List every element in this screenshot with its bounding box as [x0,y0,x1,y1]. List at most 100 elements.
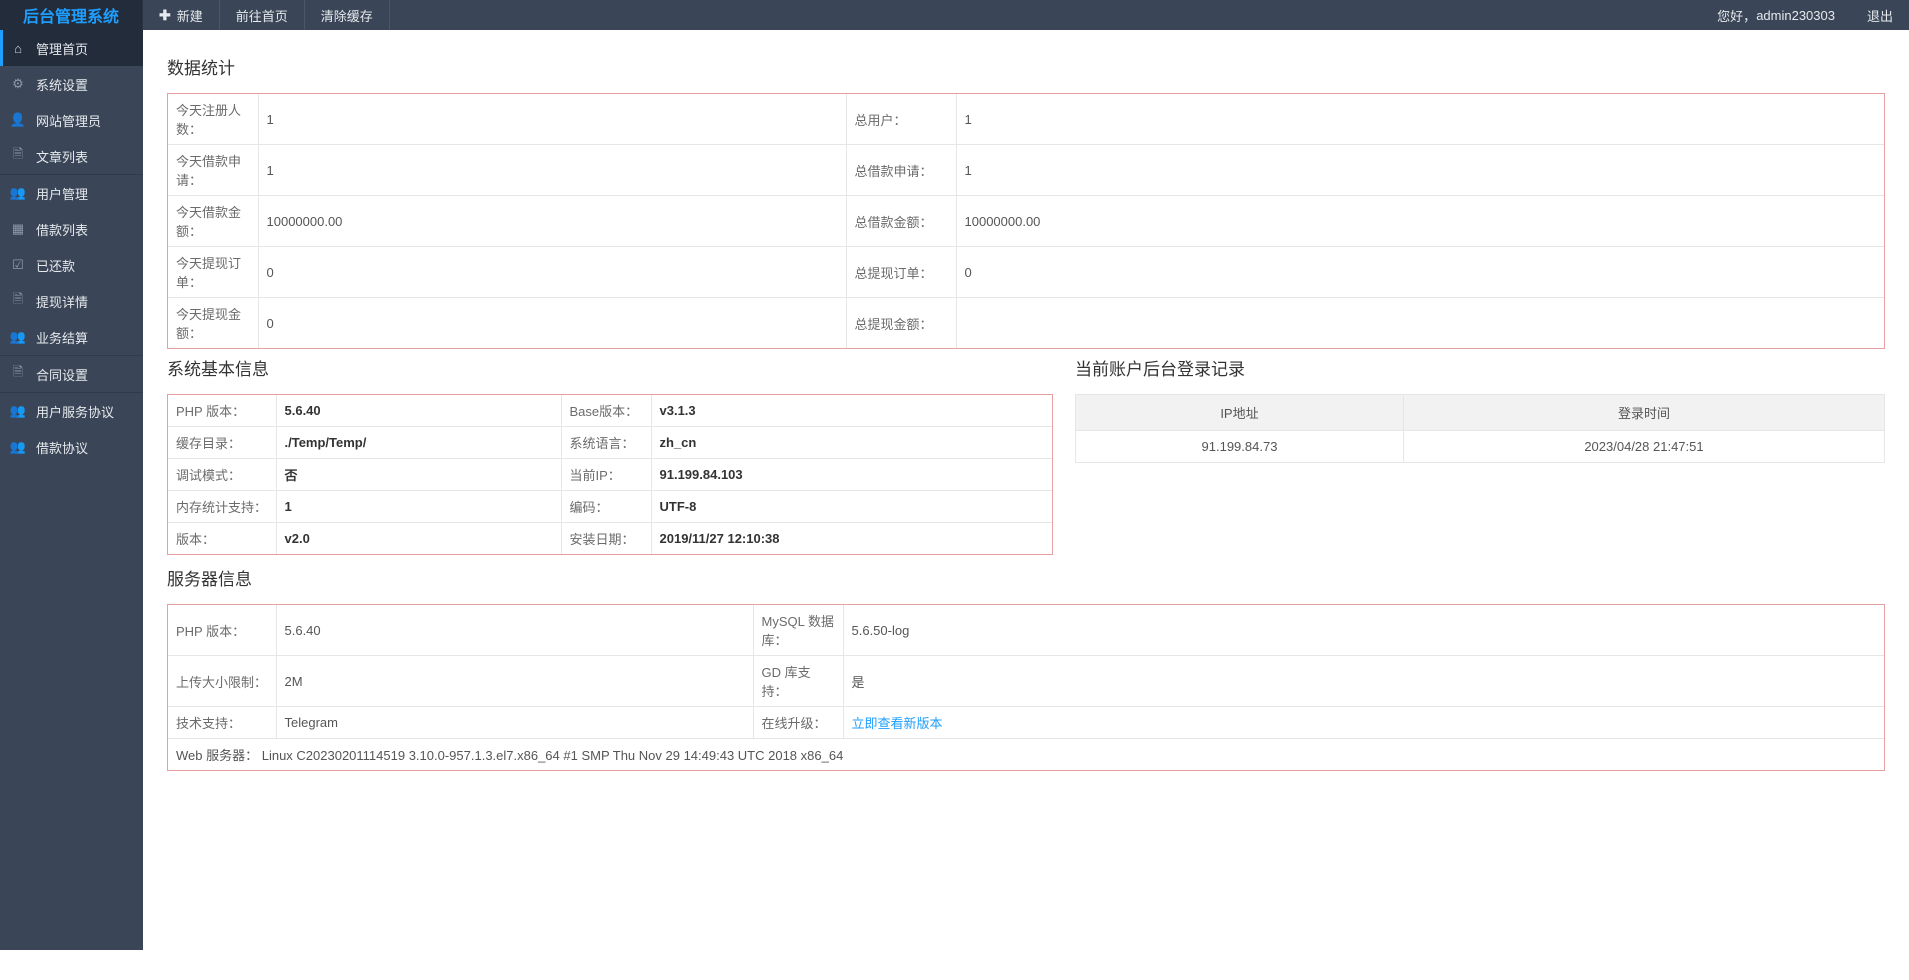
table-row: 内存统计支持：1编码：UTF-8 [168,491,1052,523]
value-cell: v2.0 [276,523,561,555]
sidebar-item-label: 借款协议 [36,438,88,457]
users-icon: 👥 [10,185,26,201]
detail-icon: 🗎 [10,293,26,309]
value-cell: 0 [956,247,1884,298]
label-cell: PHP 版本： [168,395,276,427]
sidebar-item-loan-agree[interactable]: 👥 借款协议 [0,429,143,465]
table-row: 今天借款申请：1总借款申请：1 [168,145,1884,196]
system-info-panel: PHP 版本：5.6.40Base版本：v3.1.3缓存目录：./Temp/Te… [167,394,1053,555]
logout-button[interactable]: 退出 [1851,0,1909,30]
system-info-title: 系统基本信息 [167,355,1053,380]
sidebar-item-label: 用户服务协议 [36,402,114,421]
label-cell: 总提现金额： [846,298,956,349]
sidebar-item-withdraw[interactable]: 🗎 提现详情 [0,283,143,319]
new-button[interactable]: ✚ 新建 [143,0,220,30]
label-cell: 当前IP： [561,459,651,491]
main-content: 数据统计 今天注册人数：1总用户：1今天借款申请：1总借款申请：1今天借款金额：… [143,30,1909,811]
label-cell: 在线升级： [753,707,843,739]
topbar-right: 您好， admin230303 退出 [1701,0,1909,30]
table-row: 技术支持：Telegram在线升级：立即查看新版本 [168,707,1884,739]
label-cell: MySQL 数据库： [753,605,843,656]
label-cell: 总提现订单： [846,247,956,298]
label-cell: 总借款金额： [846,196,956,247]
login-log-table: IP地址登录时间91.199.84.732023/04/28 21:47:51 [1075,394,1885,463]
stats-title: 数据统计 [167,54,1885,79]
goto-home-button[interactable]: 前往首页 [220,0,305,30]
topbar-actions: ✚ 新建 前往首页 清除缓存 [143,0,390,30]
value-cell: 91.199.84.103 [651,459,1052,491]
sidebar-item-label: 提现详情 [36,292,88,311]
value-cell: 0 [258,247,846,298]
value-cell: 5.6.40 [276,605,753,656]
server-info-panel: PHP 版本：5.6.40MySQL 数据库：5.6.50-log上传大小限制：… [167,604,1885,771]
value-cell: 1 [956,145,1884,196]
sidebar-item-tos[interactable]: 👥用户服务协议 [0,393,143,429]
label-cell: 缓存目录： [168,427,276,459]
login-log-header-time: 登录时间 [1403,395,1884,431]
sidebar-item-home[interactable]: ⌂管理首页 [0,30,143,66]
label-cell: 今天提现订单： [168,247,258,298]
value-cell: 1 [956,94,1884,145]
label-cell: 版本： [168,523,276,555]
label-cell: 今天借款申请： [168,145,258,196]
table-row: 调试模式：否当前IP：91.199.84.103 [168,459,1052,491]
sidebar-item-label: 合同设置 [36,365,88,384]
clear-cache-label: 清除缓存 [321,6,373,25]
label-cell: 调试模式： [168,459,276,491]
label-cell: 技术支持： [168,707,276,739]
label-cell: 内存统计支持： [168,491,276,523]
sidebar-item-label: 已还款 [36,256,75,275]
label-cell: 总用户： [846,94,956,145]
label-cell: PHP 版本： [168,605,276,656]
label-cell: 今天提现金额： [168,298,258,349]
table-row: 今天提现金额：0总提现金额： [168,298,1884,349]
stats-table: 今天注册人数：1总用户：1今天借款申请：1总借款申请：1今天借款金额：10000… [168,94,1884,348]
grid-icon: ▦ [10,221,26,237]
contract-icon: 🗎 [10,366,26,382]
sidebar-item-settings[interactable]: ⚙系统设置 [0,66,143,102]
label-cell: 总借款申请： [846,145,956,196]
value-cell: 1 [258,145,846,196]
value-cell: 1 [258,94,846,145]
sidebar-item-articles[interactable]: 🗎文章列表 [0,138,143,174]
label-cell: 编码： [561,491,651,523]
value-cell: ./Temp/Temp/ [276,427,561,459]
value-cell: 5.6.50-log [843,605,1884,656]
sidebar-item-settle[interactable]: 👥业务结算 [0,319,143,355]
table-row: 上传大小限制：2MGD 库支持：是 [168,656,1884,707]
value-cell[interactable]: 立即查看新版本 [843,707,1884,739]
user-greeting: 您好， admin230303 [1701,0,1851,30]
goto-home-label: 前往首页 [236,6,288,25]
table-row: 今天注册人数：1总用户：1 [168,94,1884,145]
sidebar-item-users[interactable]: 👥 用户管理 [0,175,143,211]
home-icon: ⌂ [10,40,26,56]
sidebar-item-loans[interactable]: ▦借款列表 [0,211,143,247]
plus-icon: ✚ [159,7,171,24]
value-cell: v3.1.3 [651,395,1052,427]
greeting-prefix: 您好， [1717,6,1756,25]
user-icon: 👤 [10,112,26,128]
label-cell: Base版本： [561,395,651,427]
sidebar: ⌂管理首页⚙系统设置 👤 网站管理员 🗎文章列表 👥 用户管理 ▦借款列表 ☑ 已还款 🗎 提现详情… [0,30,143,950]
sidebar-item-repaid[interactable]: ☑ 已还款 [0,247,143,283]
calendar-icon: ☑ [10,257,26,273]
table-row: 版本：v2.0安装日期：2019/11/27 12:10:38 [168,523,1052,555]
login-log-header-ip: IP地址 [1076,395,1404,431]
table-row: PHP 版本：5.6.40MySQL 数据库：5.6.50-log [168,605,1884,656]
upgrade-link[interactable]: 立即查看新版本 [852,716,943,731]
sidebar-item-label: 网站管理员 [36,111,101,130]
clear-cache-button[interactable]: 清除缓存 [305,0,390,30]
table-row: Web 服务器： Linux C20230201114519 3.10.0-95… [168,739,1884,771]
server-info-table: PHP 版本：5.6.40MySQL 数据库：5.6.50-log上传大小限制：… [168,605,1884,770]
username: admin230303 [1756,8,1835,23]
value-cell: 否 [276,459,561,491]
sidebar-item-admins[interactable]: 👤 网站管理员 [0,102,143,138]
label-cell: 今天注册人数： [168,94,258,145]
table-row: 91.199.84.732023/04/28 21:47:51 [1076,431,1885,463]
sidebar-item-contract[interactable]: 🗎 合同设置 [0,356,143,392]
sidebar-item-label: 用户管理 [36,184,88,203]
table-row: 缓存目录：./Temp/Temp/系统语言：zh_cn [168,427,1052,459]
agreement-icon: 👥 [10,439,26,455]
table-row: 今天借款金额：10000000.00总借款金额：10000000.00 [168,196,1884,247]
login-log-time: 2023/04/28 21:47:51 [1403,431,1884,463]
